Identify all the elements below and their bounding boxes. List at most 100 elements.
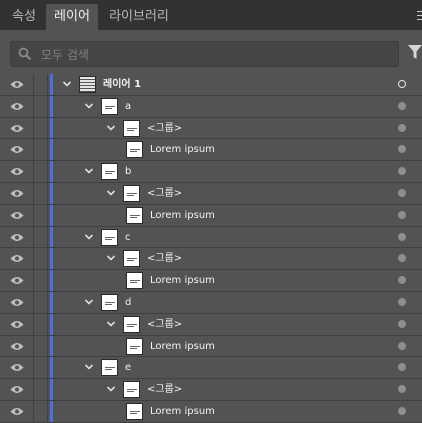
object-row[interactable]: Lorem ipsum	[0, 139, 422, 162]
target-indicator[interactable]	[398, 80, 406, 88]
target-indicator[interactable]	[398, 341, 406, 350]
tab-layers[interactable]: 레이어	[46, 4, 98, 30]
visibility-toggle[interactable]	[0, 226, 34, 248]
visibility-toggle[interactable]	[0, 74, 34, 95]
row-label: b	[125, 166, 132, 178]
row-label: d	[125, 296, 132, 308]
group-row[interactable]: a	[0, 95, 422, 118]
lock-toggle[interactable]	[34, 74, 48, 95]
row-label: Lorem ipsum	[150, 144, 215, 156]
group-row[interactable]: <그룹>	[0, 313, 422, 336]
visibility-toggle[interactable]	[0, 117, 34, 139]
visibility-toggle[interactable]	[0, 379, 34, 400]
lock-toggle[interactable]	[34, 95, 48, 117]
visibility-toggle[interactable]	[0, 400, 34, 422]
search-input[interactable]	[39, 44, 383, 66]
eye-icon	[10, 189, 24, 197]
lock-toggle[interactable]	[34, 161, 48, 182]
group-row[interactable]: <그룹>	[0, 117, 422, 140]
search-icon	[18, 47, 32, 61]
object-row[interactable]: Lorem ipsum	[0, 270, 422, 292]
lock-toggle[interactable]	[34, 291, 48, 313]
tab-properties[interactable]: 속성	[2, 4, 46, 30]
object-thumbnail	[101, 293, 118, 311]
lock-toggle[interactable]	[34, 182, 48, 204]
chevron-down-icon[interactable]	[106, 319, 116, 329]
visibility-toggle[interactable]	[0, 95, 34, 117]
eye-icon	[10, 146, 24, 154]
lock-toggle[interactable]	[34, 139, 48, 161]
row-label: Lorem ipsum	[150, 209, 215, 221]
target-indicator[interactable]	[398, 188, 406, 197]
chevron-down-icon[interactable]	[84, 297, 94, 307]
row-label: Lorem ipsum	[150, 340, 215, 352]
target-indicator[interactable]	[398, 167, 406, 176]
target-indicator[interactable]	[398, 210, 406, 219]
chevron-down-icon[interactable]	[106, 123, 116, 133]
target-indicator[interactable]	[398, 232, 406, 241]
lock-toggle[interactable]	[34, 226, 48, 248]
target-indicator[interactable]	[398, 145, 406, 154]
lock-toggle[interactable]	[34, 248, 48, 270]
lock-toggle[interactable]	[34, 117, 48, 139]
visibility-toggle[interactable]	[0, 291, 34, 313]
eye-icon	[10, 233, 24, 241]
layer-color-bar	[50, 313, 53, 335]
visibility-toggle[interactable]	[0, 139, 34, 161]
object-row[interactable]: Lorem ipsum	[0, 400, 422, 423]
chevron-down-icon[interactable]	[84, 101, 94, 111]
row-label: Lorem ipsum	[150, 275, 215, 287]
layer-color-bar	[50, 400, 53, 422]
object-row[interactable]: Lorem ipsum	[0, 204, 422, 227]
object-row[interactable]: Lorem ipsum	[0, 335, 422, 358]
chevron-down-icon[interactable]	[62, 79, 72, 89]
group-row[interactable]: e	[0, 357, 422, 380]
chevron-down-icon[interactable]	[84, 232, 94, 242]
target-indicator[interactable]	[398, 297, 406, 306]
eye-icon	[10, 342, 24, 350]
visibility-toggle[interactable]	[0, 182, 34, 204]
group-row[interactable]: <그룹>	[0, 379, 422, 401]
chevron-down-icon[interactable]	[106, 384, 116, 394]
object-thumbnail	[101, 228, 118, 246]
panel-menu-icon[interactable]	[417, 11, 422, 21]
group-row[interactable]: <그룹>	[0, 182, 422, 205]
chevron-down-icon[interactable]	[84, 166, 94, 176]
target-indicator[interactable]	[398, 363, 406, 372]
target-indicator[interactable]	[398, 276, 406, 285]
tab-libraries[interactable]: 라이브러리	[98, 4, 180, 30]
visibility-toggle[interactable]	[0, 270, 34, 291]
group-row[interactable]: d	[0, 291, 422, 314]
group-row[interactable]: c	[0, 226, 422, 249]
visibility-toggle[interactable]	[0, 204, 34, 226]
panel-tab-bar: 속성 레이어 라이브러리	[0, 0, 422, 30]
visibility-toggle[interactable]	[0, 335, 34, 357]
lock-toggle[interactable]	[34, 270, 48, 291]
chevron-down-icon[interactable]	[84, 362, 94, 372]
lock-toggle[interactable]	[34, 400, 48, 422]
visibility-toggle[interactable]	[0, 357, 34, 379]
target-indicator[interactable]	[398, 385, 406, 394]
target-indicator[interactable]	[398, 319, 406, 328]
filter-icon[interactable]	[408, 45, 422, 59]
group-row[interactable]: b	[0, 161, 422, 183]
row-label: <그룹>	[147, 122, 183, 134]
lock-toggle[interactable]	[34, 335, 48, 357]
visibility-toggle[interactable]	[0, 313, 34, 335]
lock-toggle[interactable]	[34, 204, 48, 226]
layer-color-bar	[50, 139, 53, 161]
lock-toggle[interactable]	[34, 313, 48, 335]
target-indicator[interactable]	[398, 123, 406, 132]
lock-toggle[interactable]	[34, 357, 48, 379]
chevron-down-icon[interactable]	[106, 253, 116, 263]
group-row[interactable]: <그룹>	[0, 248, 422, 271]
target-indicator[interactable]	[398, 101, 406, 110]
chevron-down-icon[interactable]	[106, 188, 116, 198]
layer-row[interactable]: 레이어 1	[0, 74, 422, 96]
eye-icon	[10, 320, 24, 328]
target-indicator[interactable]	[398, 406, 406, 415]
target-indicator[interactable]	[398, 254, 406, 263]
lock-toggle[interactable]	[34, 379, 48, 400]
visibility-toggle[interactable]	[0, 161, 34, 182]
visibility-toggle[interactable]	[0, 248, 34, 270]
